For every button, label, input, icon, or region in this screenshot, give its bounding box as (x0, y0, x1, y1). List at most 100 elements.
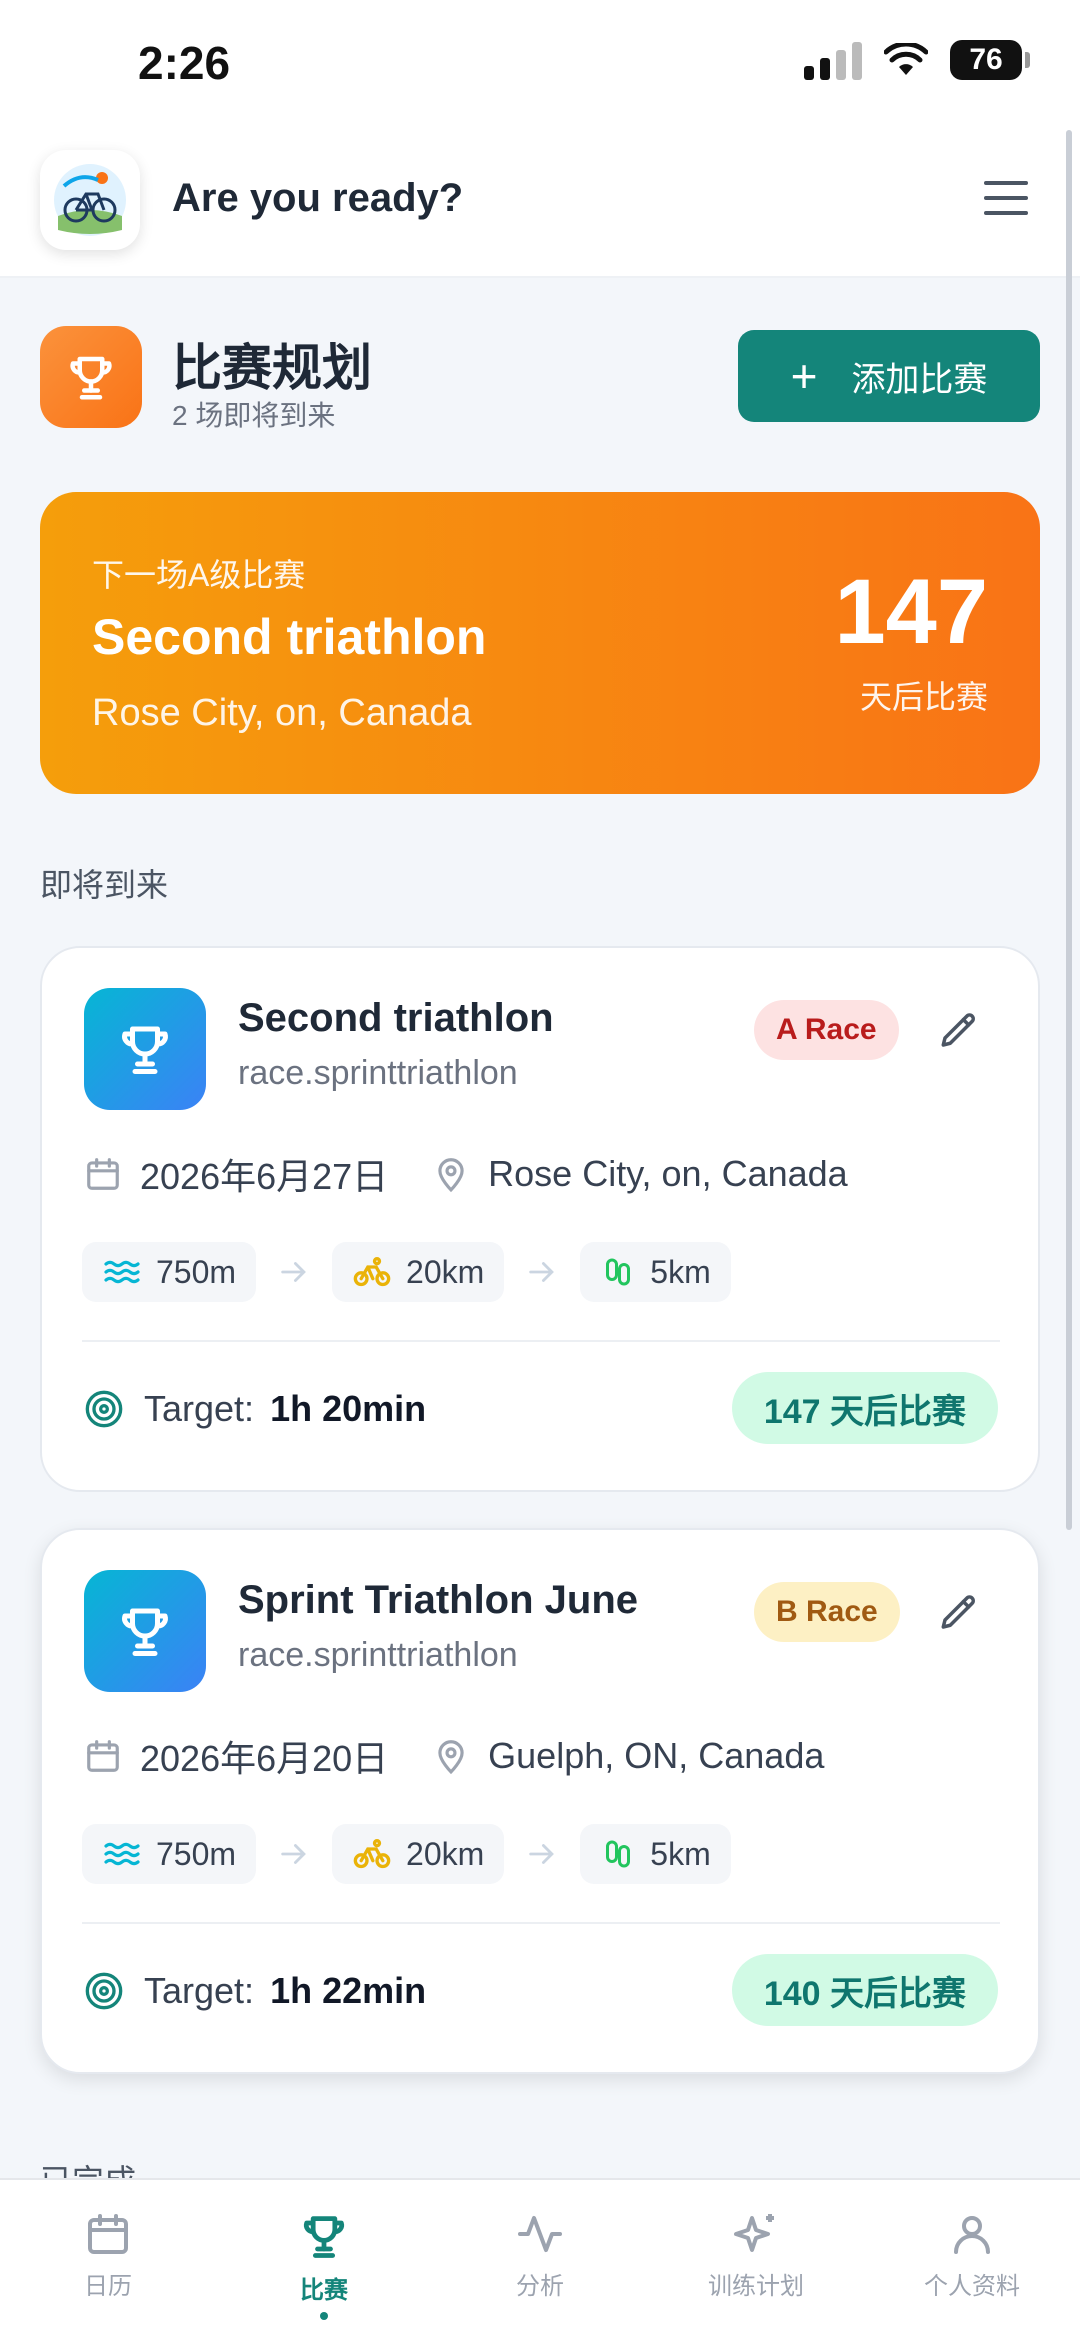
sparkles-icon (734, 2214, 774, 2252)
target-time-row: Target: 1h 22min (84, 1970, 426, 2012)
map-pin-icon (432, 1155, 470, 1193)
race-meta-row: 2026年6月20日 Guelph, ON, Canada (84, 1730, 824, 1782)
target-time-row: Target: 1h 20min (84, 1388, 426, 1430)
race-card[interactable]: Sprint Triathlon June race.sprinttriathl… (40, 1528, 1040, 2074)
bicycle-icon (353, 1838, 391, 1869)
target-time: 1h 20min (270, 1388, 427, 1429)
wifi-icon (884, 43, 928, 75)
footprints-icon (606, 1840, 631, 1868)
nav-label: 分析 (516, 2273, 564, 2300)
waves-icon (104, 1842, 140, 1866)
user-icon (954, 2216, 990, 2254)
bicycle-logo-icon (54, 164, 126, 236)
race-date: 2026年6月20日 (140, 1738, 389, 1779)
plus-icon: + (790, 350, 818, 402)
hamburger-menu-icon[interactable] (984, 176, 1028, 220)
nav-label: 个人资料 (924, 2273, 1020, 2300)
footprints-icon (606, 1258, 631, 1286)
race-priority-badge: B Race (754, 1582, 900, 1642)
scrollbar[interactable] (1066, 130, 1072, 1530)
hero-race-name: Second triathlon (92, 609, 487, 665)
days-until-badge: 140 天后比赛 (731, 1954, 998, 2026)
race-legs: 750m 20km 5km (82, 1824, 731, 1884)
race-location: Rose City, on, Canada (488, 1153, 848, 1194)
app-logo[interactable] (40, 150, 140, 250)
bike-leg: 20km (332, 1824, 505, 1884)
map-pin-icon (432, 1737, 470, 1775)
add-race-label: 添加比赛 (851, 360, 988, 399)
swim-distance: 750m (156, 1835, 237, 1872)
nav-item-races[interactable]: 比赛 (216, 2180, 432, 2337)
active-indicator (320, 2312, 328, 2320)
pencil-icon (941, 1595, 975, 1629)
add-race-button[interactable]: + 添加比赛 (738, 330, 1040, 422)
arrow-right-icon (256, 1837, 332, 1871)
hero-days-count: 147 (834, 561, 989, 663)
app-header: Are you ready? (0, 130, 1080, 278)
target-label: Target: (144, 1388, 255, 1429)
calendar-icon (84, 1155, 122, 1193)
card-divider (82, 1922, 1000, 1924)
nav-label: 日历 (84, 2273, 132, 2300)
run-distance: 5km (650, 1253, 711, 1290)
calendar-icon (88, 2214, 128, 2254)
nav-item-profile[interactable]: 个人资料 (864, 2180, 1080, 2337)
trophy-icon (84, 988, 206, 1110)
run-distance: 5km (650, 1835, 711, 1872)
edit-race-button[interactable] (932, 1586, 986, 1640)
target-time: 1h 22min (270, 1970, 427, 2011)
card-divider (82, 1340, 1000, 1342)
trophy-icon (84, 1570, 206, 1692)
arrow-right-icon (504, 1837, 580, 1871)
arrow-right-icon (504, 1255, 580, 1289)
bicycle-icon (353, 1256, 391, 1287)
race-location: Guelph, ON, Canada (488, 1735, 825, 1776)
bike-leg: 20km (332, 1242, 505, 1302)
race-card[interactable]: Second triathlon race.sprinttriathlon A … (40, 946, 1040, 1492)
race-meta-row: 2026年6月27日 Rose City, on, Canada (84, 1148, 848, 1200)
days-until-badge: 147 天后比赛 (731, 1372, 998, 1444)
nav-label: 训练计划 (708, 2273, 804, 2300)
upcoming-section-label: 即将到来 (40, 867, 169, 903)
race-type: race.sprinttriathlon (238, 1636, 518, 1674)
race-name: Sprint Triathlon June (238, 1578, 639, 1622)
bike-distance: 20km (406, 1253, 485, 1290)
next-a-race-card[interactable]: 下一场A级比赛 Second triathlon Rose City, on, … (40, 492, 1040, 794)
nav-item-training-plan[interactable]: 训练计划 (648, 2180, 864, 2337)
target-icon (84, 1389, 124, 1429)
bike-distance: 20km (406, 1835, 485, 1872)
hero-label: 下一场A级比赛 (92, 557, 306, 593)
page-subtitle: 2 场即将到来 (172, 400, 336, 431)
arrow-right-icon (256, 1255, 332, 1289)
target-icon (84, 1971, 124, 2011)
app-title: Are you ready? (172, 176, 464, 220)
calendar-icon (84, 1737, 122, 1775)
battery-icon: 76 (950, 40, 1030, 80)
bottom-nav: 日历 比赛 分析 训练计划 个人资料 (0, 2178, 1080, 2337)
trophy-badge-icon (40, 326, 142, 428)
nav-label: 比赛 (300, 2277, 348, 2304)
run-leg: 5km (580, 1824, 731, 1884)
hero-location: Rose City, on, Canada (92, 692, 472, 734)
status-bar: 2:26 76 (0, 0, 1080, 130)
race-date: 2026年6月27日 (140, 1156, 389, 1197)
hero-days-label: 天后比赛 (859, 679, 988, 715)
race-name: Second triathlon (238, 996, 554, 1040)
pencil-icon (941, 1013, 975, 1047)
run-leg: 5km (580, 1242, 731, 1302)
waves-icon (104, 1260, 140, 1284)
edit-race-button[interactable] (932, 1004, 986, 1058)
swim-leg: 750m (82, 1824, 257, 1884)
race-priority-badge: A Race (754, 1000, 899, 1060)
swim-distance: 750m (156, 1253, 237, 1290)
nav-item-analysis[interactable]: 分析 (432, 2180, 648, 2337)
cellular-signal-icon (804, 40, 862, 80)
status-time: 2:26 (138, 37, 231, 89)
race-legs: 750m 20km 5km (82, 1242, 731, 1302)
nav-item-calendar[interactable]: 日历 (0, 2180, 216, 2337)
race-type: race.sprinttriathlon (238, 1054, 518, 1092)
page-title: 比赛规划 (172, 340, 372, 396)
target-label: Target: (144, 1970, 255, 2011)
activity-icon (518, 2216, 562, 2252)
trophy-icon (303, 2216, 345, 2258)
